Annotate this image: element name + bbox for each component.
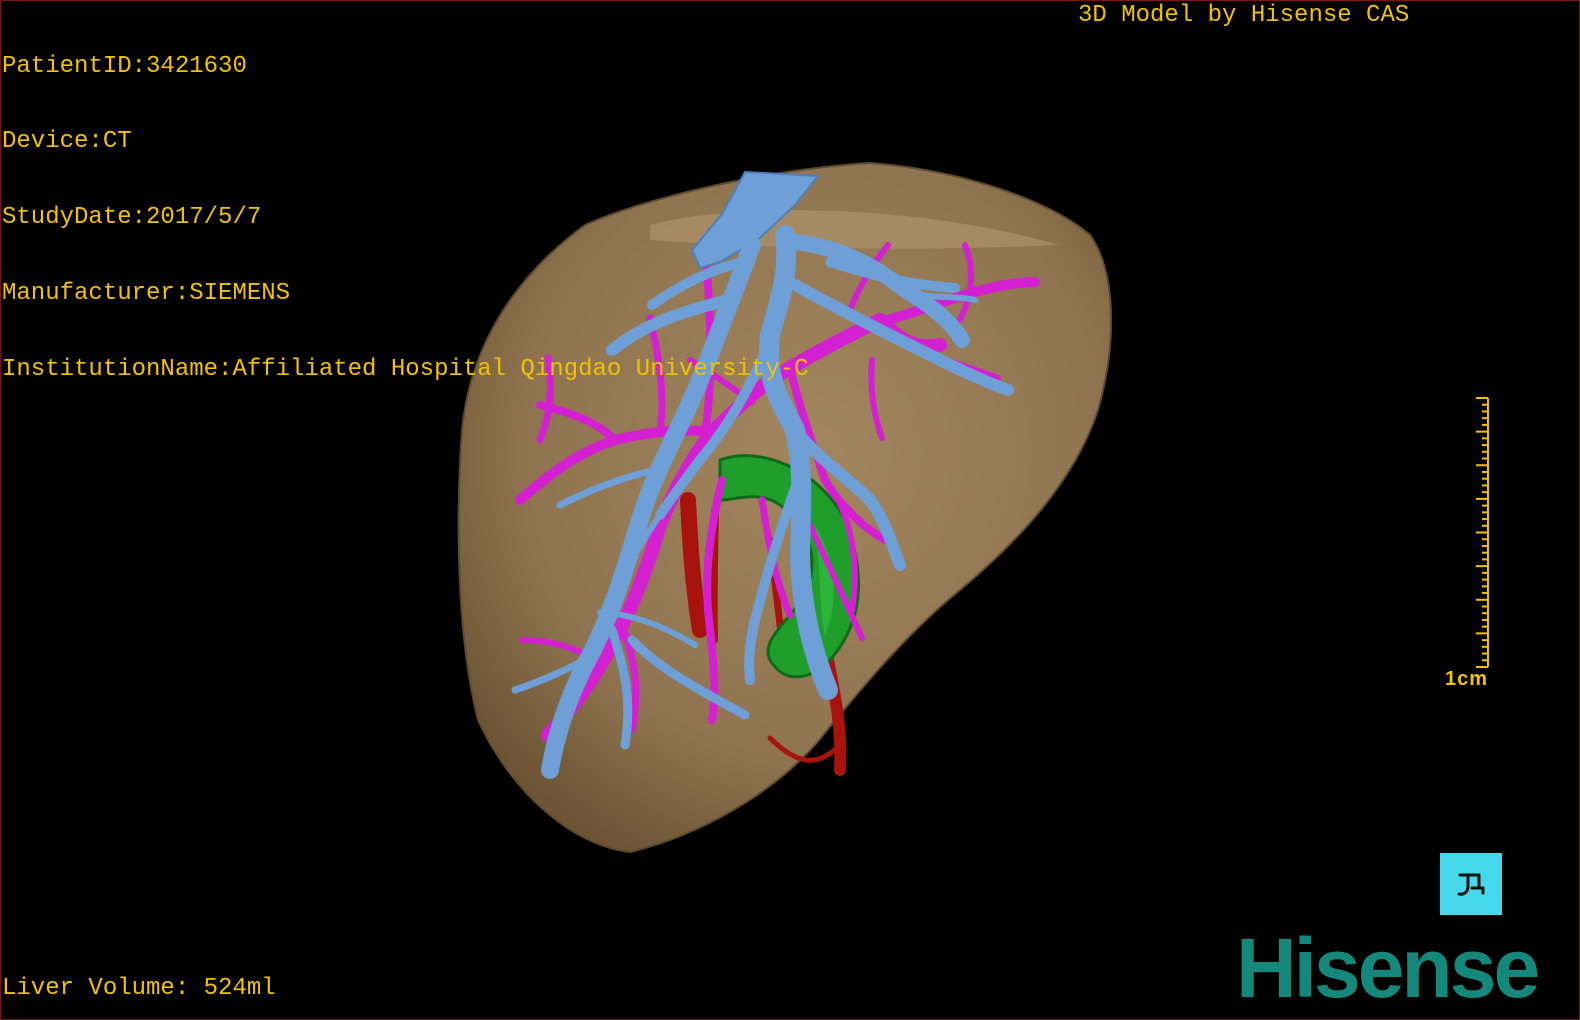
- liver-volume-readout: Liver Volume: 524ml: [2, 976, 276, 1002]
- institution-label: InstitutionName:: [2, 356, 233, 384]
- liver-volume-label: Liver Volume:: [2, 975, 204, 1002]
- patient-id-line: PatientID:3421630: [2, 52, 809, 80]
- study-date-label: StudyDate:: [2, 204, 147, 232]
- study-date-value: 2017/5/7: [146, 204, 262, 232]
- manufacturer-line: Manufacturer:SIEMENS: [2, 281, 809, 306]
- institution-line: InstitutionName:Affiliated Hospital Qing…: [2, 357, 809, 382]
- liver-volume-value: 524ml: [203, 975, 276, 1002]
- study-date-line: StudyDate:2017/5/7: [2, 205, 809, 230]
- device-label: Device:: [2, 128, 103, 156]
- manufacturer-value: SIEMENS: [189, 280, 291, 308]
- patient-id-value: 3421630: [146, 52, 247, 80]
- hisense-logo: Hisense: [1236, 921, 1540, 1015]
- manufacturer-label: Manufacturer:: [2, 280, 190, 308]
- scale-bar: [1468, 395, 1498, 675]
- patient-id-label: PatientID:: [2, 52, 147, 80]
- model-title: 3D Model by Hisense CAS: [1078, 2, 1410, 29]
- scale-bar-label: 1cm: [1445, 668, 1489, 690]
- orientation-button[interactable]: [1440, 853, 1502, 915]
- device-line: Device:CT: [2, 129, 809, 154]
- device-value: CT: [102, 128, 132, 156]
- institution-value: Affiliated Hospital Qingdao University-C: [232, 356, 809, 384]
- orientation-icon: [1457, 873, 1485, 896]
- patient-info-overlay: PatientID:3421630 Device:CT StudyDate:20…: [2, 3, 809, 408]
